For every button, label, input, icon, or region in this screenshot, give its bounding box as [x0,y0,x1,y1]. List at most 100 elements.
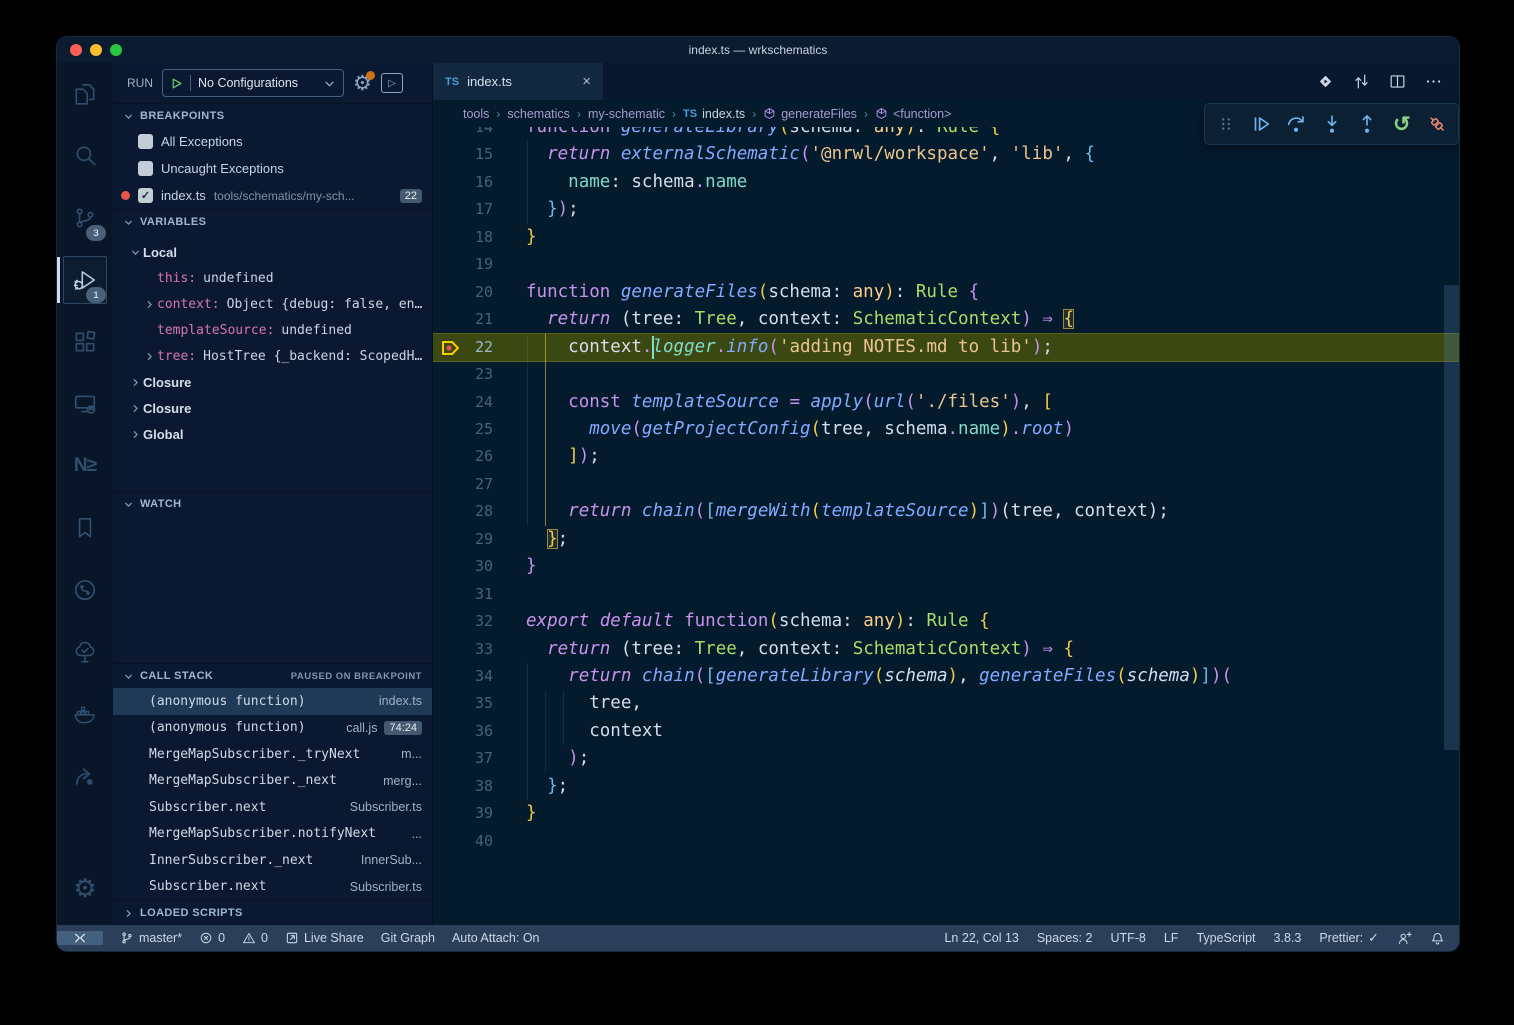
chevron-right-icon[interactable] [127,377,143,388]
chevron-right-icon[interactable] [127,403,143,414]
variable-scope-row[interactable]: Closure [113,395,432,421]
compare-changes-button[interactable] [1352,72,1371,91]
line-number[interactable]: 35 [433,690,493,717]
status-0[interactable]: 0 [242,931,268,945]
line-number[interactable]: 32 [433,608,493,635]
status-spaces-2[interactable]: Spaces: 2 [1037,931,1093,945]
line-number[interactable]: 40 [433,828,493,855]
variable-scope-row[interactable]: Local [113,239,432,265]
line-number[interactable]: 34 [433,663,493,690]
open-changes-button[interactable] [1316,72,1335,91]
split-editor-button[interactable] [1388,72,1407,91]
activity-item-live-share[interactable] [57,745,113,807]
call-stack-frame[interactable]: Subscriber.nextSubscriber.ts [113,874,432,901]
status-0[interactable]: 0 [199,931,225,945]
step-over-button[interactable] [1282,110,1310,138]
activity-item-git-graph[interactable] [57,559,113,621]
call-stack-frame[interactable]: Subscriber.nextSubscriber.ts [113,794,432,821]
activity-item-remote-explorer[interactable] [57,373,113,435]
breakpoint-row[interactable]: ✓index.tstools/schematics/my-sch...22 [113,182,432,209]
restart-button[interactable]: ↺ [1388,110,1416,138]
breadcrumb-item-schematics[interactable]: schematics [507,107,570,121]
line-number[interactable]: 25 [433,416,493,443]
section-header-breakpoints[interactable]: BREAKPOINTS [113,103,432,128]
variable-row[interactable]: this:undefined [113,265,432,291]
line-number[interactable]: 38 [433,773,493,800]
status-master-[interactable]: master* [120,931,182,945]
line-number[interactable]: 37 [433,745,493,772]
call-stack-frame[interactable]: InnerSubscriber._nextInnerSub... [113,847,432,874]
breadcrumb-item-tools[interactable]: tools [463,107,489,121]
line-number[interactable]: 36 [433,718,493,745]
title-bar[interactable]: index.ts — wrkschematics [57,37,1459,63]
status-auto-attach-on[interactable]: Auto Attach: On [452,931,540,945]
activity-item-run-debug[interactable]: 1 [57,249,113,311]
activity-item-bookmarks[interactable] [57,497,113,559]
breadcrumb-item-my-schematic[interactable]: my-schematic [588,107,665,121]
breakpoint-checkbox[interactable] [138,161,153,176]
variable-row[interactable]: context:Object {debug: false, en… [113,291,432,317]
status-typescript[interactable]: TypeScript [1196,931,1255,945]
breakpoint-row[interactable]: All Exceptions [113,128,432,155]
gripper-button[interactable] [1212,110,1240,138]
call-stack-frame[interactable]: MergeMapSubscriber._nextmerg... [113,768,432,795]
line-number[interactable]: 28 [433,498,493,525]
step-into-button[interactable] [1318,110,1346,138]
chevron-right-icon[interactable] [127,429,143,440]
status-lf[interactable]: LF [1164,931,1179,945]
start-debug-icon[interactable] [170,77,183,90]
tab-index-ts[interactable]: TS index.ts × [433,63,603,100]
activity-item-search[interactable] [57,125,113,187]
line-number[interactable]: 31 [433,581,493,608]
line-number[interactable]: 27 [433,471,493,498]
line-number[interactable]: 20 [433,279,493,306]
line-number[interactable]: 17 [433,196,493,223]
debug-settings-button[interactable]: ⚙ [353,73,372,94]
status-feedback[interactable] [1397,931,1412,946]
activity-item-docker[interactable] [57,683,113,745]
breadcrumb-item-generateFiles[interactable]: generateFiles [763,107,857,121]
activity-item-settings[interactable]: ⚙ [57,857,113,919]
maximize-window-button[interactable] [110,44,122,56]
line-number[interactable]: 23 [433,361,493,388]
breakpoint-row[interactable]: Uncaught Exceptions [113,155,432,182]
chevron-down-icon[interactable] [127,247,143,258]
line-number[interactable]: 15 [433,141,493,168]
scrollbar-slider[interactable] [1444,285,1459,750]
section-header-call-stack[interactable]: CALL STACKPAUSED ON BREAKPOINT [113,663,432,688]
close-tab-icon[interactable]: × [582,73,591,90]
breakpoint-checkbox[interactable]: ✓ [138,188,153,203]
activity-item-explorer[interactable] [57,63,113,125]
variable-row[interactable]: tree:HostTree {_backend: ScopedH… [113,343,432,369]
breadcrumb-item-function[interactable]: <function> [875,107,951,121]
close-window-button[interactable] [70,44,82,56]
chevron-right-icon[interactable] [141,351,157,362]
section-header-watch[interactable]: WATCH [113,491,432,516]
section-header-loaded-scripts[interactable]: LOADED SCRIPTS [113,900,432,925]
activity-item-source-control[interactable]: 3 [57,187,113,249]
call-stack-frame[interactable]: MergeMapSubscriber._tryNextm... [113,741,432,768]
status-ln-22-col-13[interactable]: Ln 22, Col 13 [944,931,1018,945]
variable-row[interactable]: templateSource:undefined [113,317,432,343]
activity-item-testing[interactable] [57,621,113,683]
status-prettier-[interactable]: Prettier:✓ [1319,930,1379,946]
status-utf-8[interactable]: UTF-8 [1110,931,1145,945]
breakpoint-checkbox[interactable] [138,134,153,149]
status-3-8-3[interactable]: 3.8.3 [1274,931,1302,945]
step-out-button[interactable] [1353,110,1381,138]
minimize-window-button[interactable] [90,44,102,56]
activity-item-extensions[interactable] [57,311,113,373]
line-number[interactable]: 29 [433,526,493,553]
section-header-variables[interactable]: VARIABLES [113,209,432,234]
line-number[interactable]: 39 [433,800,493,827]
variable-scope-row[interactable]: Closure [113,369,432,395]
breadcrumb-item-index.ts[interactable]: TSindex.ts [683,107,745,121]
open-debug-console-button[interactable]: ▷ [381,73,403,93]
call-stack-frame[interactable]: (anonymous function)index.ts [113,688,432,715]
status-bell[interactable] [1430,931,1445,946]
status-git-graph[interactable]: Git Graph [381,931,435,945]
line-number[interactable]: 21 [433,306,493,333]
disconnect-button[interactable] [1423,110,1451,138]
variable-scope-row[interactable]: Global [113,421,432,447]
line-number[interactable]: 19 [433,251,493,278]
